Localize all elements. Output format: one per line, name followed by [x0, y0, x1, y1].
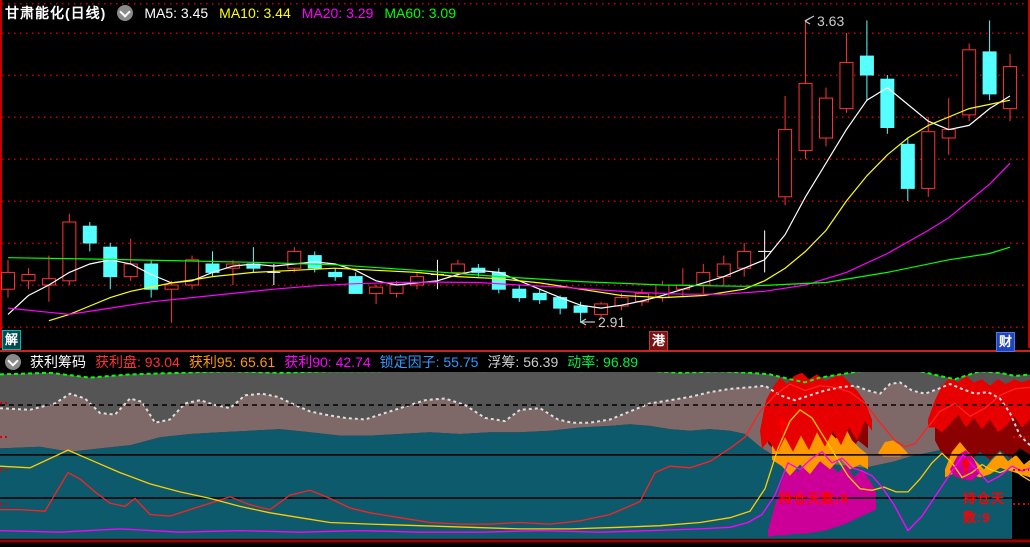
svg-text:3.63: 3.63	[817, 13, 844, 29]
main-chart-panel[interactable]: 3.63 2.91 甘肃能化(日线) MA5: 3.45 MA10: 3.44 M…	[0, 0, 1030, 350]
chevron-glyph	[7, 354, 19, 367]
chevron-glyph	[119, 5, 131, 18]
ma5-label: MA5: 3.45	[144, 5, 209, 21]
indicator-header: 获利筹码 获利盘: 93.04 获利95: 65.61 获利90: 42.74 …	[0, 350, 1030, 372]
stat-momentum: 动率: 96.89	[567, 354, 639, 370]
stat-profit-90: 获利90: 42.74	[284, 354, 371, 370]
main-chart-header: 甘肃能化(日线) MA5: 3.45 MA10: 3.44 MA20: 3.29…	[5, 3, 456, 23]
stock-title: 甘肃能化(日线)	[5, 5, 107, 21]
svg-text:2.91: 2.91	[598, 314, 625, 330]
candlestick-chart[interactable]: 3.63 2.91	[0, 0, 1030, 350]
chevron-down-icon[interactable]	[5, 354, 21, 370]
stat-lock-factor: 锁定因子: 55.75	[379, 354, 479, 370]
stat-floating-chips: 浮筹: 56.39	[487, 354, 559, 370]
chip-distribution-chart[interactable]	[0, 372, 1030, 547]
ma60-label: MA60: 3.09	[384, 5, 456, 21]
event-badge-jie[interactable]: 解	[2, 330, 21, 350]
stock-terminal-window: 3.63 2.91 甘肃能化(日线) MA5: 3.45 MA10: 3.44 M…	[0, 0, 1030, 547]
stat-profit-ratio: 获利盘: 93.04	[95, 354, 180, 370]
event-badge-cai[interactable]: 财	[996, 332, 1015, 352]
stat-profit-95: 获利95: 65.61	[188, 354, 276, 370]
event-badge-gang[interactable]: 港	[649, 331, 668, 351]
holding-days-label: 持仓天数:9	[779, 491, 849, 506]
indicator-name: 获利筹码	[30, 354, 86, 370]
chevron-down-icon[interactable]	[117, 5, 134, 21]
indicator-panel[interactable]: 获利筹码 获利盘: 93.04 获利95: 65.61 获利90: 42.74 …	[0, 350, 1030, 547]
ma20-label: MA20: 3.29	[301, 5, 374, 21]
holding-days-label: 持仓天数:9	[963, 491, 1006, 525]
ma10-label: MA10: 3.44	[219, 5, 291, 21]
